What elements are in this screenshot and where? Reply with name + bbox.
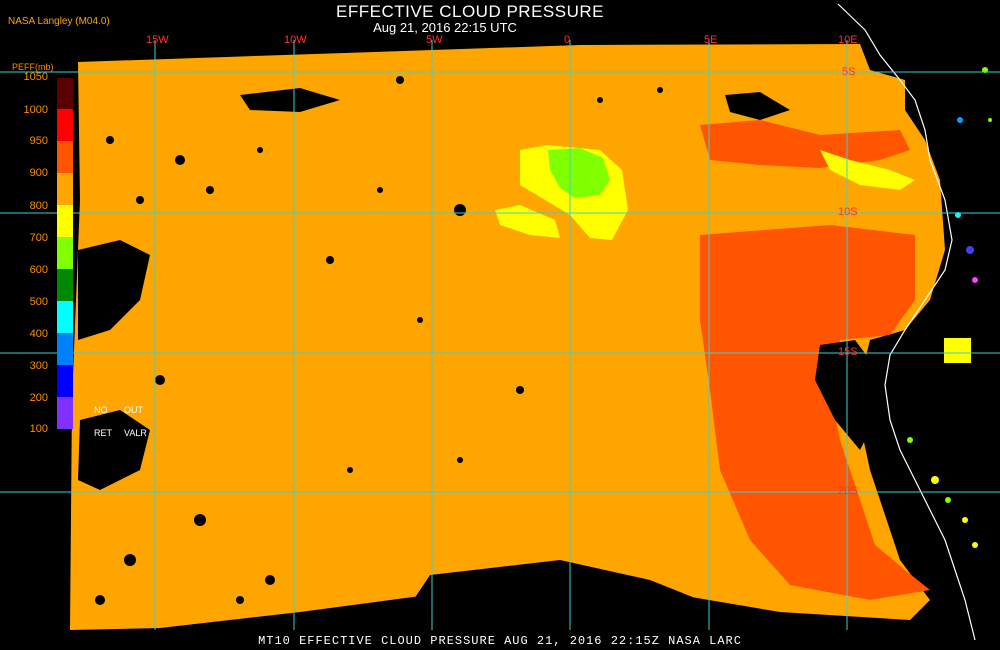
lon-label-0: 0 — [564, 34, 571, 46]
scale-tick: 800 — [29, 200, 48, 212]
scale-swatch — [57, 333, 73, 365]
lon-label-5e: 5E — [704, 34, 718, 46]
lat-label-20s: 20S — [838, 485, 858, 497]
lon-label-5w: 5W — [426, 34, 443, 46]
scale-swatch — [57, 141, 73, 173]
scale-tick: 400 — [29, 328, 48, 340]
lat-label-5s: 5S — [842, 66, 856, 78]
scale-swatch — [57, 237, 73, 269]
scale-tick: 100 — [29, 423, 48, 435]
category-label-valr: VALR — [124, 428, 147, 438]
scale-tick: 950 — [29, 135, 48, 147]
footer-caption: MT10 EFFECTIVE CLOUD PRESSURE AUG 21, 20… — [258, 634, 742, 648]
lat-label-15s: 15S — [838, 346, 858, 358]
lon-label-10e: 10E — [838, 34, 858, 46]
map-subtitle: Aug 21, 2016 22:15 UTC — [373, 20, 517, 35]
category-label-ret: RET — [94, 428, 112, 438]
scale-tick: 300 — [29, 360, 48, 372]
scale-swatch — [57, 269, 73, 301]
scale-tick: 500 — [29, 296, 48, 308]
lat-label-10s: 10S — [838, 206, 858, 218]
category-label-out: OUT — [124, 405, 143, 415]
scale-swatch — [57, 365, 73, 397]
scale-swatch — [57, 78, 73, 109]
scale-tick: 900 — [29, 167, 48, 179]
scale-tick: 700 — [29, 232, 48, 244]
scale-swatch — [57, 173, 73, 205]
scale-tick: 1050 — [23, 71, 48, 83]
scale-swatch — [57, 205, 73, 237]
map-title: EFFECTIVE CLOUD PRESSURE — [336, 2, 604, 21]
scale-swatch — [57, 301, 73, 333]
scale-tick: 200 — [29, 392, 48, 404]
category-label-no: NO — [94, 405, 108, 415]
scale-swatch — [57, 109, 73, 141]
scale-tick: 600 — [29, 264, 48, 276]
scale-swatch — [57, 397, 73, 429]
scale-tick: 1000 — [23, 104, 48, 116]
satellite-map — [0, 3, 1000, 650]
lon-label-10w: 10W — [284, 34, 307, 46]
lon-label-15w: 15W — [146, 34, 169, 46]
